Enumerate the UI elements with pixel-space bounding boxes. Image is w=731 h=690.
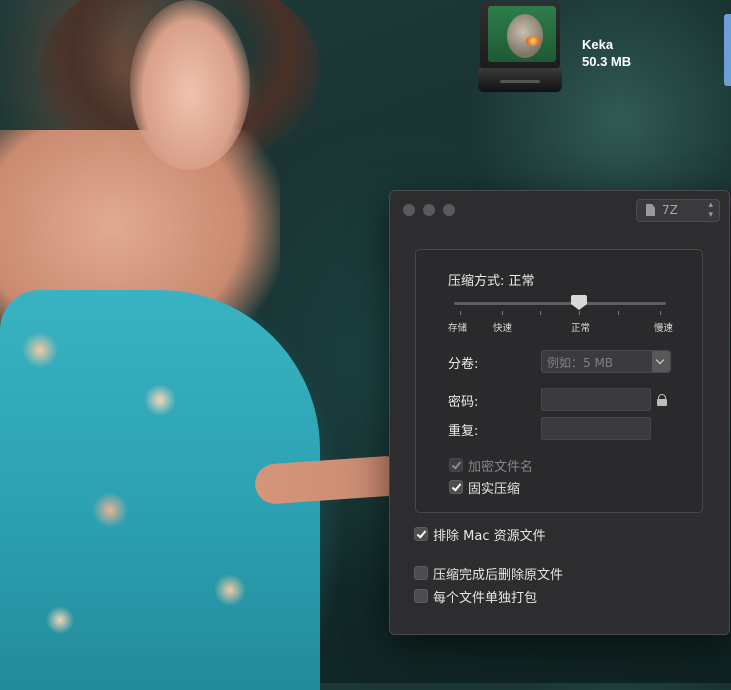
encrypt-filenames-option[interactable]: 加密文件名	[449, 456, 533, 475]
password-field[interactable]	[541, 388, 651, 411]
app-name: Keka	[582, 37, 614, 52]
slider-tick	[540, 311, 541, 315]
format-select[interactable]: 7Z ▴ ▾	[636, 199, 720, 222]
desktop-item-label: Keka 50.3 MB	[582, 36, 631, 70]
repeat-password-field[interactable]	[541, 417, 651, 440]
separate-archives-option[interactable]: 每个文件单独打包	[414, 587, 537, 606]
updown-chevron-icon: ▴ ▾	[708, 200, 713, 220]
repeat-label: 重复:	[448, 424, 479, 439]
delete-after-compress-checkbox[interactable]	[414, 566, 428, 580]
slider-tick	[618, 311, 619, 315]
level-store: 存储	[448, 323, 468, 334]
format-value: 7Z	[662, 203, 678, 217]
encrypt-filenames-checkbox[interactable]	[449, 458, 463, 472]
compression-slider-knob[interactable]	[571, 295, 587, 310]
solid-archive-checkbox[interactable]	[449, 480, 463, 494]
slider-tick	[502, 311, 503, 315]
solid-archive-option[interactable]: 固实压缩	[449, 478, 520, 497]
slider-tick	[460, 311, 461, 315]
minimize-button[interactable]	[423, 204, 435, 216]
delete-after-compress-option[interactable]: 压缩完成后删除原文件	[414, 564, 563, 583]
title-bar[interactable]: 7Z ▴ ▾	[390, 191, 729, 227]
wallpaper-face	[130, 0, 250, 170]
level-fast: 快速	[493, 323, 513, 334]
document-icon	[646, 204, 655, 216]
password-label: 密码:	[448, 395, 479, 410]
exclude-mac-resources-option[interactable]: 排除 Mac 资源文件	[414, 525, 546, 544]
level-normal: 正常	[571, 323, 591, 334]
slider-tick	[579, 311, 580, 315]
separate-archives-label: 每个文件单独打包	[433, 591, 538, 606]
slider-tick	[660, 311, 661, 315]
separate-archives-checkbox[interactable]	[414, 589, 428, 603]
compression-method-label: 压缩方式: 正常	[448, 274, 535, 289]
solid-archive-label: 固实压缩	[468, 482, 521, 497]
exclude-mac-resources-label: 排除 Mac 资源文件	[433, 529, 546, 544]
encrypt-filenames-label: 加密文件名	[468, 460, 534, 475]
lock-icon[interactable]	[657, 394, 667, 406]
delete-after-compress-label: 压缩完成后删除原文件	[433, 568, 564, 583]
settings-group: 压缩方式: 正常 存储 快速 正常 慢速 分卷: 例如：5 MB 密码: 重复:	[415, 249, 703, 513]
split-size-placeholder: 例如：5 MB	[547, 356, 614, 370]
zoom-button[interactable]	[443, 204, 455, 216]
keka-drive-icon[interactable]	[478, 2, 564, 94]
level-slow: 慢速	[654, 323, 674, 334]
keka-window: 7Z ▴ ▾ 压缩方式: 正常 存储 快速 正常 慢速 分卷: 例如：5 MB 密…	[389, 190, 730, 635]
split-size-combobox[interactable]: 例如：5 MB	[541, 350, 671, 373]
app-size: 50.3 MB	[582, 54, 632, 69]
close-button[interactable]	[403, 204, 415, 216]
compression-slider-track[interactable]	[454, 302, 666, 305]
chevron-down-icon[interactable]	[652, 351, 670, 372]
exclude-mac-resources-checkbox[interactable]	[414, 527, 428, 541]
edge-tab[interactable]	[724, 14, 731, 86]
split-label: 分卷:	[448, 357, 479, 372]
